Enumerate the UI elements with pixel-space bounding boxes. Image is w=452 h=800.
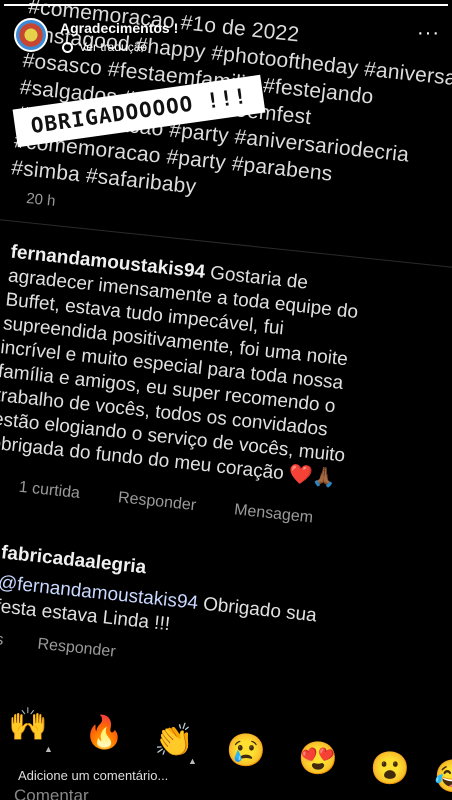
more-options-icon[interactable]: ···: [417, 22, 440, 45]
raised-hands-emoji-button[interactable]: 🙌: [8, 708, 48, 740]
story-avatar[interactable]: [14, 18, 48, 52]
globe-icon: [62, 41, 73, 53]
reply-link: Responder: [36, 635, 117, 661]
clapping-hands-emoji-button[interactable]: 👏: [154, 724, 194, 756]
message-link: Mensagem: [233, 501, 314, 527]
story-progress-fill: [4, 4, 448, 6]
comment-input[interactable]: Adicione um comentário...: [18, 768, 168, 783]
comment-time: 3 s: [0, 630, 5, 649]
story-progress-bar: [4, 4, 448, 6]
translate-button[interactable]: Ver tradução: [62, 40, 147, 54]
story-title[interactable]: Agradecimentos !: [60, 20, 178, 36]
surprised-face-emoji-button[interactable]: 😮: [370, 752, 410, 784]
triangle-icon: ▲: [44, 744, 53, 754]
translate-label: Ver tradução: [79, 40, 148, 54]
comment-body: Gostaria de agradecer imensamente a toda…: [0, 262, 360, 490]
comment-text: fernandamoustakis94 Gostaria de agradece…: [0, 241, 390, 496]
crying-face-emoji-button[interactable]: 😢: [226, 734, 266, 766]
heart-eyes-emoji-button[interactable]: 😍: [298, 742, 338, 774]
fire-emoji-button[interactable]: 🔥: [84, 716, 124, 748]
likes-count: 1 curtida: [17, 478, 81, 503]
laughing-face-emoji-button[interactable]: 😂: [434, 760, 452, 792]
ghost-text: Comentar: [14, 786, 89, 800]
comment-meta: 3 s Responder: [0, 630, 146, 665]
triangle-icon: ▲: [188, 756, 197, 766]
post-time: 20 h: [25, 189, 57, 210]
reply-link: Responder: [117, 489, 197, 515]
